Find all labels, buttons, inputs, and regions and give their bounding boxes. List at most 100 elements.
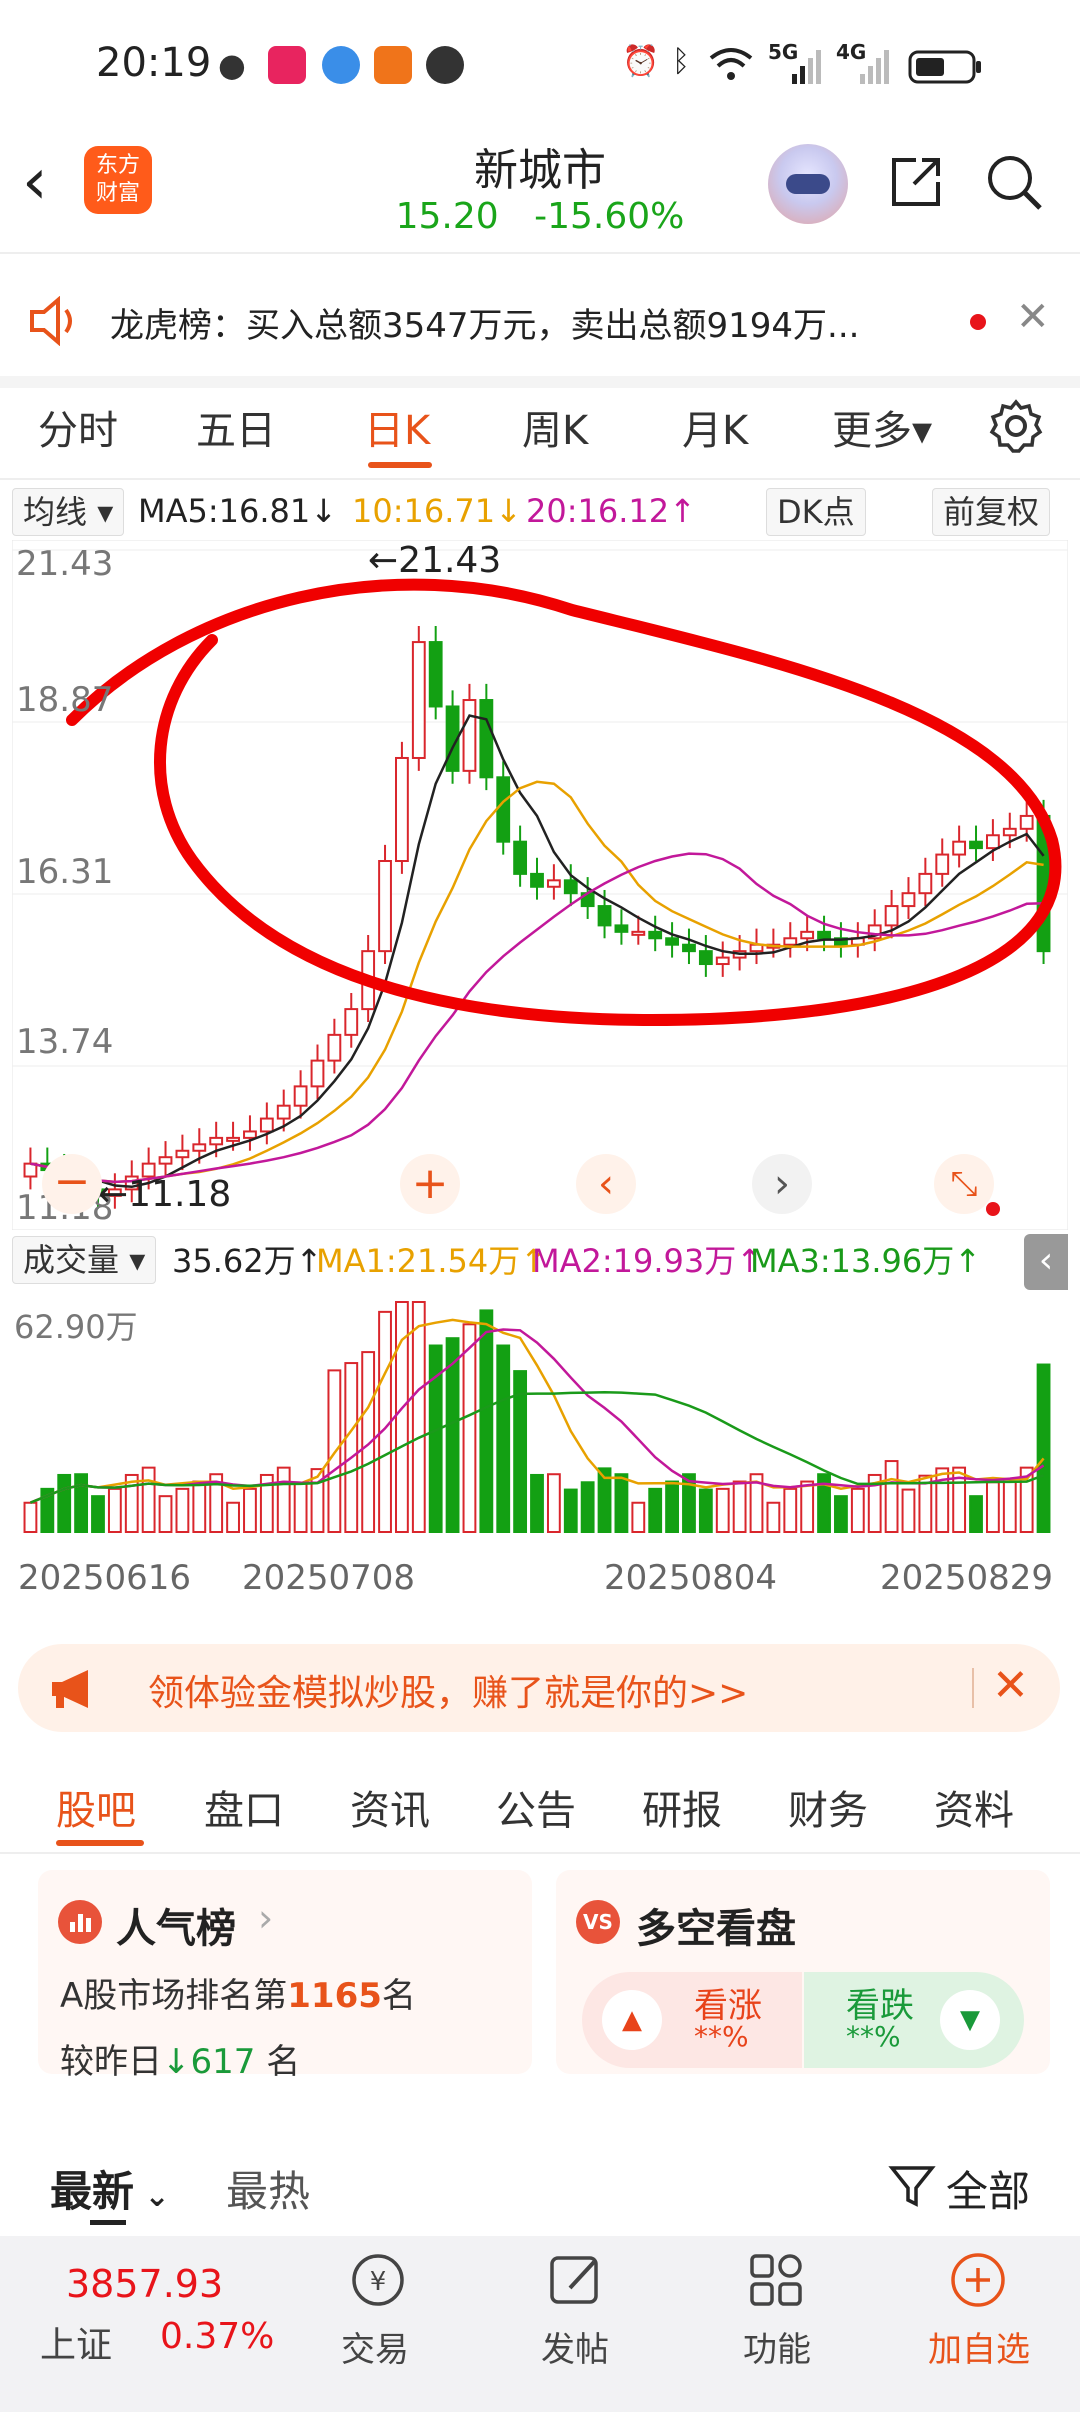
tab-more[interactable]: 更多▾ <box>832 398 932 456</box>
trade-icon[interactable]: ¥ <box>346 2248 410 2316</box>
stock-change: -15.60% <box>534 196 685 237</box>
dragon-tiger-notice[interactable]: 龙虎榜：买入总额3547万元，卖出总额9194万... <box>110 298 960 347</box>
gear-icon[interactable] <box>988 398 1044 454</box>
candle-body <box>428 641 443 708</box>
unread-dot <box>970 314 986 330</box>
candle-body <box>1002 827 1017 837</box>
tab-daily-k[interactable]: 日K <box>364 398 430 456</box>
y-label-4: 13.74 <box>16 1022 114 1062</box>
volume-bar <box>462 1323 477 1533</box>
add-watch-label[interactable]: 加自选 <box>914 2322 1044 2371</box>
volume-bar <box>91 1495 105 1534</box>
promo-text[interactable]: 领体验金模拟炒股，赚了就是你的>> <box>148 1664 748 1716</box>
volume-bar <box>969 1495 983 1534</box>
volume-bar <box>884 1460 899 1533</box>
volume-chart[interactable] <box>12 1292 1068 1542</box>
close-icon[interactable]: ✕ <box>992 1660 1029 1711</box>
post-icon[interactable] <box>544 2248 608 2316</box>
ma5-value: MA5:16.81↓ <box>138 492 338 530</box>
candle-body <box>631 930 646 936</box>
functions-icon[interactable] <box>744 2248 808 2316</box>
tab-hottest[interactable]: 最热 <box>226 2158 310 2219</box>
browser-icon <box>322 46 360 84</box>
chevron-right-icon[interactable]: › <box>752 1154 812 1214</box>
tab-intraday[interactable]: 分时 <box>38 398 118 456</box>
bull-value: **% <box>694 2020 749 2053</box>
volume-bar <box>293 1482 308 1533</box>
tab-profile[interactable]: 资料 <box>934 1778 1014 1836</box>
tab-finance[interactable]: 财务 <box>788 1778 868 1836</box>
kline-chart[interactable] <box>12 540 1068 1230</box>
share-icon[interactable] <box>886 152 946 212</box>
tab-news[interactable]: 资讯 <box>350 1778 430 1836</box>
candle-body <box>783 937 798 946</box>
candle-body <box>513 840 528 875</box>
tab-five-day[interactable]: 五日 <box>196 398 276 456</box>
index-name[interactable]: 上证 <box>40 2316 112 2368</box>
video-app-icon <box>268 46 306 84</box>
speaker-icon <box>28 295 84 350</box>
rank-line: A股市场排名第1165名 <box>60 1968 416 2017</box>
candle-body <box>496 776 511 843</box>
minus-icon[interactable]: − <box>42 1154 102 1214</box>
candle-body <box>546 879 561 888</box>
rank-suffix: 名 <box>381 1976 416 2016</box>
volume-bar <box>23 1501 38 1534</box>
volume-bar <box>1036 1363 1051 1534</box>
index-value[interactable]: 3857.93 <box>66 2262 223 2306</box>
candle-body <box>563 879 578 895</box>
wechat-icon: ● <box>218 46 246 84</box>
post-label[interactable]: 发帖 <box>520 2322 630 2371</box>
add-circle-icon[interactable] <box>946 2248 1010 2316</box>
search-icon[interactable] <box>984 152 1044 212</box>
rank-change-line: 较昨日↓617 名 <box>60 2034 300 2083</box>
ma-selector[interactable]: 均线 ▾ <box>12 488 125 536</box>
volume-bar <box>901 1488 916 1533</box>
volume-selector[interactable]: 成交量 ▾ <box>12 1236 157 1284</box>
filter-label[interactable]: 全部 <box>946 2158 1030 2219</box>
volume-bar <box>935 1467 950 1533</box>
robot-assistant-icon[interactable] <box>768 144 848 224</box>
functions-label[interactable]: 功能 <box>722 2322 832 2371</box>
tab-research[interactable]: 研报 <box>642 1778 722 1836</box>
bear-value: **% <box>846 2020 901 2053</box>
signal-bars-1 <box>790 46 826 90</box>
volume-bar <box>546 1473 561 1533</box>
tab-pankou[interactable]: 盘口 <box>204 1778 284 1836</box>
expand-icon[interactable]: ⤡ <box>934 1154 994 1214</box>
tab-guba[interactable]: 股吧 <box>56 1778 136 1836</box>
candle-body <box>293 1085 308 1107</box>
candle-body <box>969 840 983 850</box>
close-icon[interactable]: ✕ <box>1016 294 1050 340</box>
chevron-left-icon[interactable]: ‹ <box>576 1154 636 1214</box>
candle-body <box>800 930 815 940</box>
volume-bar <box>226 1501 240 1534</box>
volume-bar <box>57 1473 72 1534</box>
filter-icon[interactable] <box>888 2162 936 2214</box>
volume-bar <box>631 1501 646 1534</box>
volume-bar <box>698 1488 713 1533</box>
tab-announcements[interactable]: 公告 <box>496 1778 576 1836</box>
candle-body <box>209 1136 224 1146</box>
candle-body <box>479 699 494 779</box>
tab-monthly-k[interactable]: 月K <box>682 398 748 456</box>
candle-body <box>411 641 426 759</box>
plus-icon[interactable]: + <box>400 1154 460 1214</box>
tab-latest[interactable]: 最新 ⌄ <box>50 2158 170 2219</box>
pause-app-icon <box>426 46 464 84</box>
trade-label[interactable]: 交易 <box>320 2322 430 2371</box>
chevron-left-icon[interactable]: ‹ <box>1024 1234 1068 1290</box>
candle-body <box>715 956 730 966</box>
chart-bars-icon <box>58 1900 102 1944</box>
volume-bar <box>563 1488 578 1533</box>
candle-body <box>378 860 392 953</box>
date-label-2: 20250708 <box>242 1558 416 1598</box>
volume-bar <box>614 1473 629 1533</box>
tabs-divider <box>0 478 1080 480</box>
adjust-button[interactable]: 前复权 <box>932 488 1051 536</box>
date-label-1: 20250616 <box>18 1558 192 1598</box>
volume-bar <box>766 1501 781 1534</box>
dk-point-button[interactable]: DK点 <box>766 488 866 536</box>
tab-latest-label: 最新 <box>50 2167 135 2216</box>
tab-weekly-k[interactable]: 周K <box>522 398 588 456</box>
